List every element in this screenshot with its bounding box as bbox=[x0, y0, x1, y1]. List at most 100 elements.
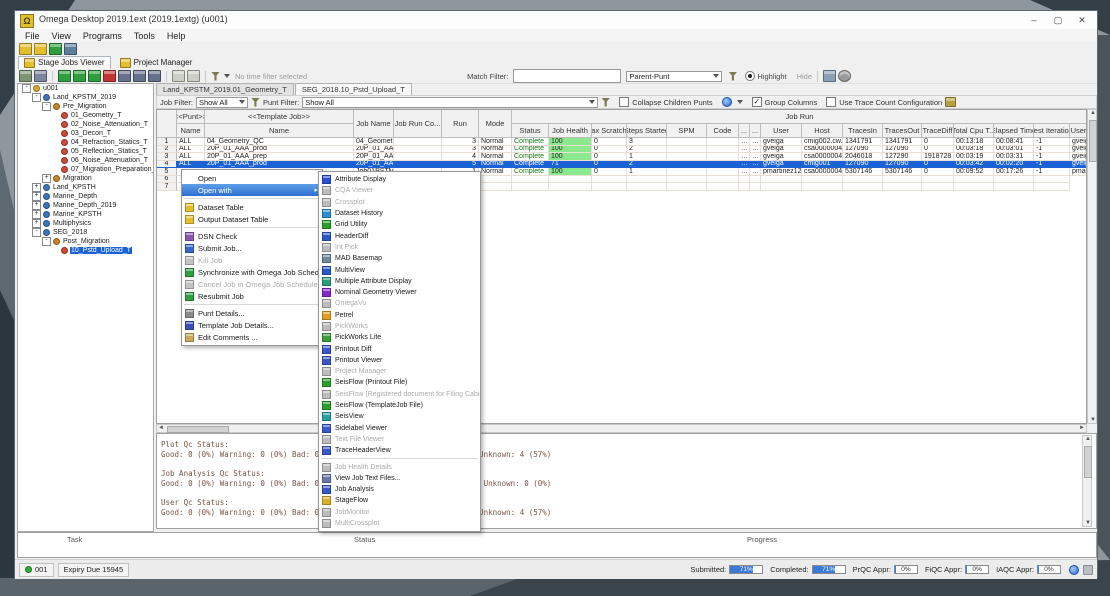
table-cell[interactable]: 1918728 bbox=[922, 153, 954, 161]
table-cell[interactable] bbox=[750, 183, 761, 191]
trace-count-checkbox[interactable] bbox=[826, 97, 836, 107]
table-cell[interactable]: 00:13:18 bbox=[954, 138, 994, 146]
tree-item-seg-2018[interactable]: -SEG_2018 bbox=[18, 228, 153, 237]
tree-item-04-refraction-statics-t[interactable]: 04_Refraction_Statics_T bbox=[18, 138, 153, 147]
menu-item-printout-viewer[interactable]: Printout Viewer bbox=[319, 355, 480, 366]
tree-item-05-reflection-statics-t[interactable]: 05_Reflection_Statics_T bbox=[18, 147, 153, 156]
menu-item-printout-diff[interactable]: Printout Diff bbox=[319, 343, 480, 354]
table-cell[interactable] bbox=[802, 176, 843, 184]
table-cell[interactable]: -1 bbox=[1034, 146, 1070, 154]
table-cell[interactable] bbox=[707, 146, 739, 154]
column-header-status[interactable]: Status bbox=[512, 124, 549, 138]
table-cell[interactable]: gveiga bbox=[761, 161, 802, 169]
table-cell[interactable]: 5307146 bbox=[843, 168, 883, 176]
tree-item-marine-depth-2019[interactable]: +Marine_Depth_2019 bbox=[18, 201, 153, 210]
table-cell[interactable]: 0 bbox=[922, 168, 954, 176]
menu-item-open-with[interactable]: Open with▸ bbox=[182, 184, 322, 196]
menu-item-seisview[interactable]: SeisView bbox=[319, 411, 480, 422]
tree-item-marine-kpsth[interactable]: +Marine_KPSTH bbox=[18, 210, 153, 219]
snapshot-icon[interactable] bbox=[823, 70, 836, 82]
table-cell[interactable]: 127090 bbox=[883, 161, 922, 169]
column-header-total-cpu-t[interactable]: Total Cpu T... bbox=[954, 124, 994, 138]
table-cell[interactable] bbox=[394, 153, 442, 161]
table-cell[interactable]: Normal bbox=[479, 161, 512, 169]
resubmit-job-icon[interactable] bbox=[73, 70, 86, 82]
table-cell[interactable]: -1 bbox=[1034, 161, 1070, 169]
scroll-up-icon[interactable]: ▲ bbox=[1090, 110, 1096, 116]
table-cell[interactable]: Normal bbox=[479, 146, 512, 154]
table-cell[interactable]: 20P_01_AAA_prep bbox=[205, 153, 354, 161]
tree-item-10-pstd-upload-t[interactable]: 10_Pstd_Upload_T bbox=[18, 246, 153, 255]
menu-item-seisflow-printout-file[interactable]: SeisFlow (Printout File) bbox=[319, 377, 480, 388]
column-header-tracediff[interactable]: TraceDiff bbox=[922, 124, 954, 138]
column-header-user[interactable]: User bbox=[761, 124, 802, 138]
table-cell[interactable] bbox=[667, 153, 707, 161]
table-horizontal-scrollbar[interactable]: ◄ ► bbox=[156, 424, 1087, 433]
column-header-elapsed-time[interactable]: Elapsed Time bbox=[994, 124, 1034, 138]
table-cell[interactable]: … bbox=[750, 161, 761, 169]
collapse-icon[interactable]: - bbox=[32, 228, 41, 237]
print-icon[interactable] bbox=[19, 70, 32, 82]
table-cell[interactable]: 0 bbox=[592, 168, 627, 176]
table-cell[interactable]: gveiga bbox=[1070, 153, 1087, 161]
table-cell[interactable] bbox=[667, 138, 707, 146]
log-icon[interactable] bbox=[1083, 565, 1093, 575]
doc-tab-land-kpstm-2019-01-geometry-t[interactable]: Land_KPSTM_2019.01_Geometry_T bbox=[156, 83, 294, 95]
table-cell[interactable]: 100 bbox=[549, 146, 592, 154]
table-cell[interactable]: 100 bbox=[549, 168, 592, 176]
tree-item-marine-depth[interactable]: +Marine_Depth bbox=[18, 192, 153, 201]
table-cell[interactable]: 00:09:52 bbox=[954, 168, 994, 176]
row-index-cell[interactable]: 4 bbox=[157, 161, 177, 169]
table-cell[interactable]: 00:17:26 bbox=[994, 168, 1034, 176]
table-cell[interactable] bbox=[512, 183, 549, 191]
row-index-cell[interactable]: 7 bbox=[157, 183, 177, 191]
column-header-max-scratch[interactable]: Max Scratch... bbox=[592, 124, 627, 138]
match-scope-combo[interactable]: Parent-Punt bbox=[626, 71, 722, 82]
column-header-spm[interactable]: SPM bbox=[667, 124, 707, 138]
close-button[interactable]: ✕ bbox=[1071, 13, 1093, 27]
match-filter-input[interactable] bbox=[513, 69, 621, 83]
menu-item-resubmit-job[interactable]: Resubmit Job bbox=[182, 290, 322, 302]
table-cell[interactable] bbox=[394, 146, 442, 154]
table-cell[interactable] bbox=[707, 161, 739, 169]
collapse-children-checkbox[interactable] bbox=[619, 97, 629, 107]
scroll-thumb[interactable] bbox=[1084, 446, 1092, 478]
table-cell[interactable] bbox=[627, 183, 667, 191]
menu-item-synchronize-with-omega-job-scheduler[interactable]: Synchronize with Omega Job Scheduler bbox=[182, 266, 322, 278]
column-header-punt-name[interactable]: Name bbox=[177, 124, 205, 138]
menu-help[interactable]: Help bbox=[161, 31, 192, 41]
tree-item-land-kpstm-2019[interactable]: -Land_KPSTM_2019 bbox=[18, 93, 153, 102]
table-cell[interactable] bbox=[802, 183, 843, 191]
table-cell[interactable]: Complete bbox=[512, 153, 549, 161]
scroll-thumb[interactable] bbox=[1089, 120, 1097, 162]
tree-item-multiphysics[interactable]: +Multiphysics bbox=[18, 219, 153, 228]
table-cell[interactable]: Normal bbox=[479, 153, 512, 161]
column-header-tracesin[interactable]: TracesIn bbox=[843, 124, 883, 138]
row-index-cell[interactable]: 1 bbox=[157, 138, 177, 146]
kill-job-icon[interactable] bbox=[103, 70, 116, 82]
menu-item-sidelabel-viewer[interactable]: Sidelabel Viewer bbox=[319, 423, 480, 434]
expand-icon[interactable]: + bbox=[32, 201, 41, 210]
globe-icon[interactable] bbox=[722, 97, 732, 107]
table-cell[interactable] bbox=[1034, 183, 1070, 191]
table-cell[interactable] bbox=[750, 176, 761, 184]
table-cell[interactable]: 0 bbox=[592, 161, 627, 169]
tree-item-06-noise-attenuation-t[interactable]: 06_Noise_Attenuation_T bbox=[18, 156, 153, 165]
table-cell[interactable] bbox=[667, 146, 707, 154]
table-cell[interactable]: 100 bbox=[549, 153, 592, 161]
tree-item-01-geometry-t[interactable]: 01_Geometry_T bbox=[18, 111, 153, 120]
menu-item-pickworks-lite[interactable]: PickWorks Lite bbox=[319, 332, 480, 343]
collapse-icon[interactable]: - bbox=[42, 102, 51, 111]
table-cell[interactable] bbox=[761, 183, 802, 191]
table-cell[interactable] bbox=[394, 138, 442, 146]
highlight-radio[interactable] bbox=[745, 71, 755, 81]
menu-item-punt-details[interactable]: Punt Details... bbox=[182, 307, 322, 319]
menu-item-template-job-details[interactable]: Template Job Details... bbox=[182, 319, 322, 331]
table-cell[interactable]: 20P_01_AAA... bbox=[354, 161, 394, 169]
row-index-cell[interactable]: 5 bbox=[157, 168, 177, 176]
column-header-template-name[interactable]: Name bbox=[205, 124, 354, 138]
column-header-job-health[interactable]: Job Health bbox=[549, 124, 592, 138]
column-header-user[interactable]: User bbox=[1070, 124, 1087, 138]
menu-item-petrel[interactable]: Petrel bbox=[319, 310, 480, 321]
output-table-icon[interactable] bbox=[133, 70, 146, 82]
